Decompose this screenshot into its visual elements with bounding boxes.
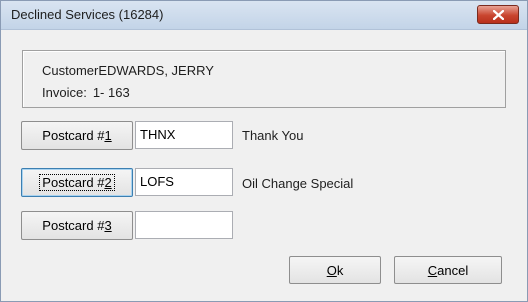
cancel-label: ancel	[437, 263, 469, 278]
invoice-label: Invoice:	[42, 85, 87, 100]
dialog-body: CustomerEDWARDS, JERRY Invoice: 1- 163 Po…	[1, 30, 527, 301]
ok-hotkey: O	[326, 263, 337, 278]
cancel-button[interactable]: Cancel	[394, 256, 502, 284]
postcard-2-focus-rect: Postcard #2	[39, 174, 115, 191]
ok-label: k	[336, 263, 344, 278]
cancel-hotkey: C	[427, 263, 438, 278]
customer-name: EDWARDS, JERRY	[98, 63, 214, 78]
postcard-1-code-field[interactable]: THNX	[135, 121, 233, 149]
dialog-title: Declined Services (16284)	[11, 7, 164, 22]
postcard-2-label: Postcard #	[42, 175, 105, 190]
close-button[interactable]	[477, 5, 519, 24]
postcard-2-hotkey: 2	[104, 175, 112, 190]
postcard-1-description: Thank You	[242, 128, 304, 143]
postcard-1-hotkey: 1	[104, 128, 112, 143]
postcard-3-label: Postcard #	[42, 218, 105, 233]
postcard-3-code-field[interactable]	[135, 211, 233, 239]
customer-info-box: CustomerEDWARDS, JERRY Invoice: 1- 163	[22, 50, 506, 108]
postcard-2-description: Oil Change Special	[242, 176, 354, 191]
close-icon	[493, 10, 504, 20]
customer-line: CustomerEDWARDS, JERRY	[42, 63, 214, 78]
invoice-number: 1- 163	[92, 85, 130, 100]
title-bar[interactable]: Declined Services (16284)	[1, 1, 527, 30]
postcard-2-button[interactable]: Postcard #2	[21, 168, 133, 197]
invoice-line: Invoice: 1- 163	[42, 85, 130, 100]
postcard-1-label: Postcard #	[42, 128, 105, 143]
declined-services-dialog: Declined Services (16284) CustomerEDWARD…	[0, 0, 528, 302]
postcard-3-hotkey: 3	[104, 218, 112, 233]
postcard-1-button[interactable]: Postcard #1	[21, 121, 133, 150]
postcard-3-button[interactable]: Postcard #3	[21, 211, 133, 240]
customer-label: Customer	[42, 63, 99, 78]
ok-button[interactable]: Ok	[289, 256, 381, 284]
postcard-2-code-field[interactable]: LOFS	[135, 168, 233, 196]
